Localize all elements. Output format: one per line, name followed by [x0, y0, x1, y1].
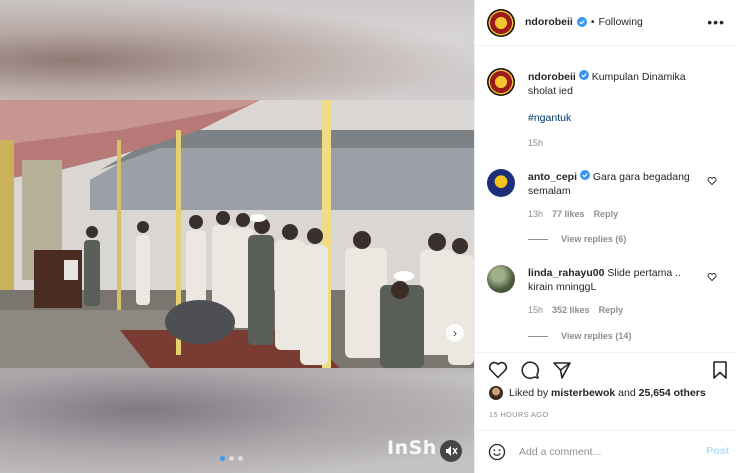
caption-hashtag[interactable]: #ngantuk	[528, 112, 571, 124]
comment-likes[interactable]: 352 likes	[552, 305, 590, 315]
following-button[interactable]: Following	[599, 16, 643, 28]
speaker-muted-icon	[446, 446, 458, 456]
verified-badge-icon	[579, 170, 590, 180]
caption-username[interactable]: ndorobeii	[528, 71, 576, 83]
comment-item: anto_cepi Gara gara begadang semalam 13h…	[487, 167, 727, 244]
carousel-dot	[238, 456, 243, 461]
caption-time[interactable]: 15h	[528, 138, 543, 148]
comment-input[interactable]	[519, 444, 679, 460]
verified-badge-icon	[578, 70, 589, 80]
commenter-avatar[interactable]	[487, 265, 515, 293]
comment-meta: 15h 352 likes Reply	[528, 305, 623, 315]
carousel-indicator	[220, 456, 243, 461]
comment-time[interactable]: 13h	[528, 209, 543, 219]
author-avatar[interactable]	[487, 9, 515, 37]
likes-conjunction: and	[618, 387, 636, 399]
author-username[interactable]: ndorobeii	[525, 16, 573, 28]
liker-username[interactable]: misterbewok	[551, 387, 615, 399]
post-details-panel: ndorobeii • Following ••• ndorobeii Kump…	[474, 0, 736, 473]
reply-button[interactable]: Reply	[599, 305, 624, 315]
comments-list: ndorobeii Kumpulan Dinamika sholat ied #…	[475, 57, 736, 352]
carousel-dot	[220, 456, 225, 461]
likes-prefix: Liked by	[509, 387, 549, 399]
comment-username[interactable]: linda_rahayu00	[528, 267, 604, 279]
header-separator: •	[590, 16, 595, 28]
comment-meta: 13h 77 likes Reply	[528, 209, 618, 219]
like-heart-icon[interactable]	[487, 359, 509, 381]
video-frame[interactable]: ›	[0, 100, 474, 368]
like-comment-heart-icon[interactable]	[707, 272, 717, 282]
comment-item: linda_rahayu00 Slide pertama .. kirain m…	[487, 263, 727, 343]
comment-body: anto_cepi Gara gara begadang semalam	[528, 170, 708, 198]
mute-button[interactable]	[440, 440, 462, 462]
post-timestamp[interactable]: 15 HOURS AGO	[489, 410, 548, 419]
post-header: ndorobeii • Following •••	[475, 0, 736, 46]
add-comment-bar: Post	[475, 430, 736, 473]
emoji-icon[interactable]	[488, 443, 506, 461]
inshot-watermark: InSh	[387, 437, 437, 459]
caption-meta: 15h	[528, 138, 543, 148]
blurred-background-top	[0, 0, 474, 100]
carousel-dot	[229, 456, 234, 461]
post-actions	[475, 352, 736, 384]
commenter-avatar[interactable]	[487, 169, 515, 197]
comment-time[interactable]: 15h	[528, 305, 543, 315]
likes-summary: Liked by misterbewok and 25,654 others	[489, 386, 706, 400]
caption-avatar[interactable]	[487, 68, 515, 96]
likes-others-count[interactable]: 25,654 others	[639, 387, 706, 399]
post-comment-button[interactable]: Post	[706, 445, 729, 457]
share-paper-plane-icon[interactable]	[551, 359, 573, 381]
save-bookmark-icon[interactable]	[709, 359, 731, 381]
view-replies-button[interactable]: View replies (6)	[528, 234, 626, 244]
more-options-icon[interactable]: •••	[707, 14, 725, 30]
verified-badge-icon	[576, 17, 587, 27]
comment-bubble-icon[interactable]	[519, 359, 541, 381]
video-scene	[0, 100, 474, 368]
next-slide-button[interactable]: ›	[446, 324, 464, 342]
liker-avatar[interactable]	[489, 386, 503, 400]
post-media[interactable]: › InSh	[0, 0, 474, 473]
reply-button[interactable]: Reply	[594, 209, 619, 219]
view-replies-button[interactable]: View replies (14)	[528, 331, 631, 341]
comment-body: linda_rahayu00 Slide pertama .. kirain m…	[528, 266, 708, 294]
comment-username[interactable]: anto_cepi	[528, 171, 577, 183]
comment-likes[interactable]: 77 likes	[552, 209, 585, 219]
caption-body: ndorobeii Kumpulan Dinamika sholat ied	[528, 70, 708, 98]
caption: ndorobeii Kumpulan Dinamika sholat ied #…	[487, 68, 727, 158]
like-comment-heart-icon[interactable]	[707, 176, 717, 186]
